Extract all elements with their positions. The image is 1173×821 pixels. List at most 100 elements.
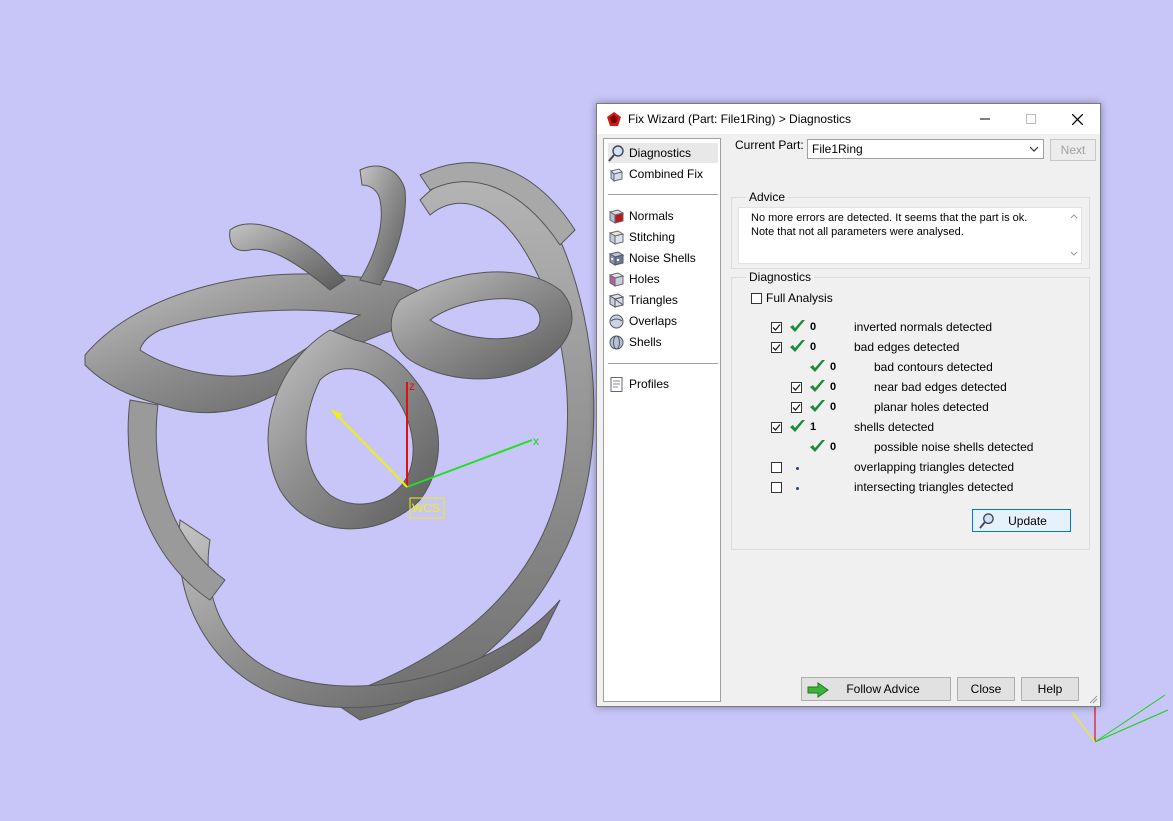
- nav-item-stitching[interactable]: Stitching: [608, 227, 718, 247]
- nav-item-normals[interactable]: Normals: [608, 206, 718, 226]
- nav-label: Holes: [629, 272, 660, 286]
- minimize-button[interactable]: [962, 104, 1008, 134]
- diagnostic-checkbox[interactable]: [771, 322, 782, 333]
- advice-heading: Advice: [746, 190, 789, 204]
- current-part-value: File1Ring: [812, 142, 863, 156]
- x-axis-label: x: [533, 434, 539, 448]
- nav-label: Normals: [629, 209, 674, 223]
- nav-label: Triangles: [629, 293, 678, 307]
- diagnostic-description: possible noise shells detected: [874, 440, 1034, 454]
- not-run-dot-icon: [796, 467, 799, 470]
- minimize-icon: [980, 118, 990, 120]
- diagnostic-count: 0: [830, 361, 837, 373]
- close-button[interactable]: Close: [957, 677, 1015, 701]
- current-part-select[interactable]: File1Ring: [807, 139, 1044, 159]
- triangles-icon: [608, 292, 625, 308]
- maximize-button[interactable]: [1008, 104, 1054, 134]
- advice-line-2: Note that not all parameters were analys…: [751, 226, 964, 238]
- next-button[interactable]: Next: [1050, 139, 1096, 161]
- maximize-icon: [1026, 114, 1036, 124]
- profiles-icon: [610, 376, 623, 392]
- nav-item-holes[interactable]: Holes: [608, 269, 718, 289]
- diagnostic-checkbox[interactable]: [771, 342, 782, 353]
- checkmark-icon: [772, 424, 781, 431]
- wizard-nav-panel: Diagnostics Combined Fix Normals Stitchi…: [603, 138, 721, 702]
- nav-item-triangles[interactable]: Triangles: [608, 290, 718, 310]
- full-analysis-label: Full Analysis: [766, 291, 833, 305]
- follow-advice-button[interactable]: Follow Advice: [801, 677, 951, 701]
- diagnostic-count: 1: [810, 421, 817, 433]
- y-axis: [331, 409, 408, 488]
- nav-label: Stitching: [629, 230, 676, 244]
- diagnostics-heading: Diagnostics: [746, 270, 815, 284]
- diagnostic-description: bad contours detected: [874, 360, 993, 374]
- current-part-label: Current Part:: [735, 138, 804, 152]
- stitching-icon: [608, 229, 625, 245]
- diagnostic-checkbox[interactable]: [771, 462, 782, 473]
- update-label: Update: [1008, 513, 1047, 528]
- noise-shells-icon: [608, 250, 625, 266]
- advice-scrollbar[interactable]: [1069, 212, 1079, 262]
- nav-item-noise-shells[interactable]: Noise Shells: [608, 248, 718, 268]
- ok-check-icon: [789, 419, 806, 434]
- diagnostic-checkbox[interactable]: [771, 482, 782, 493]
- ok-check-icon: [809, 439, 826, 454]
- nav-item-shells[interactable]: Shells: [608, 332, 718, 352]
- normals-icon: [608, 208, 625, 224]
- diagnostic-description: planar holes detected: [874, 400, 989, 414]
- resize-grip-icon[interactable]: [1088, 694, 1098, 704]
- app-logo-icon: [607, 112, 621, 126]
- nav-label: Noise Shells: [629, 251, 696, 265]
- cube-icon: [610, 167, 623, 182]
- nav-separator: [608, 194, 718, 195]
- nav-item-overlaps[interactable]: Overlaps: [608, 311, 718, 331]
- nav-label: Profiles: [629, 377, 670, 391]
- advice-line-1: No more errors are detected. It seems th…: [751, 212, 1028, 224]
- checkmark-icon: [792, 384, 801, 391]
- diagnostic-checkbox[interactable]: [791, 402, 802, 413]
- chevron-down-icon: [1030, 146, 1038, 152]
- diagnostic-checkbox[interactable]: [771, 422, 782, 433]
- help-button[interactable]: Help: [1021, 677, 1079, 701]
- nav-item-combined-fix[interactable]: Combined Fix: [608, 164, 718, 184]
- ok-check-icon: [809, 359, 826, 374]
- magnifier-icon: [979, 513, 994, 529]
- nav-label: Shells: [629, 335, 662, 349]
- full-analysis-checkbox[interactable]: [751, 293, 762, 304]
- arrow-right-icon: [807, 682, 829, 698]
- diagnostic-description: overlapping triangles detected: [854, 460, 1015, 474]
- diagnostic-description: inverted normals detected: [854, 320, 993, 334]
- nav-item-diagnostics[interactable]: Diagnostics: [608, 143, 718, 163]
- ok-check-icon: [809, 379, 826, 394]
- diagnostic-description: intersecting triangles detected: [854, 480, 1014, 494]
- close-window-button[interactable]: [1054, 104, 1100, 134]
- magnifier-icon: [608, 144, 624, 162]
- diagnostic-description: near bad edges detected: [874, 380, 1007, 394]
- diagnostic-checkbox[interactable]: [791, 382, 802, 393]
- wcs-label: WCS: [412, 501, 440, 515]
- diagnostic-count: 0: [830, 381, 837, 393]
- diagnostic-count: 0: [830, 441, 837, 453]
- diagnostic-count: 0: [830, 401, 837, 413]
- holes-icon: [608, 271, 625, 287]
- checkmark-icon: [772, 344, 781, 351]
- title-bar[interactable]: Fix Wizard (Part: File1Ring) > Diagnosti…: [597, 104, 1100, 134]
- advice-text-box: No more errors are detected. It seems th…: [738, 207, 1082, 264]
- dialog-title: Fix Wizard (Part: File1Ring) > Diagnosti…: [628, 112, 852, 126]
- shells-icon: [609, 335, 624, 349]
- diagnostic-description: shells detected: [854, 420, 935, 434]
- overlaps-icon: [609, 314, 624, 328]
- not-run-dot-icon: [796, 487, 799, 490]
- update-button[interactable]: Update: [972, 509, 1071, 532]
- nav-item-profiles[interactable]: Profiles: [608, 374, 718, 394]
- ok-check-icon: [809, 399, 826, 414]
- diagnostic-description: bad edges detected: [854, 340, 960, 354]
- z-axis-label: z: [409, 379, 415, 393]
- diagnostic-count: 0: [810, 321, 817, 333]
- follow-advice-label: Follow Advice: [846, 682, 920, 696]
- diagnostic-count: 0: [810, 341, 817, 353]
- checkmark-icon: [772, 324, 781, 331]
- close-icon: [1071, 113, 1083, 125]
- nav-separator: [608, 363, 718, 364]
- nav-label: Diagnostics: [629, 146, 692, 160]
